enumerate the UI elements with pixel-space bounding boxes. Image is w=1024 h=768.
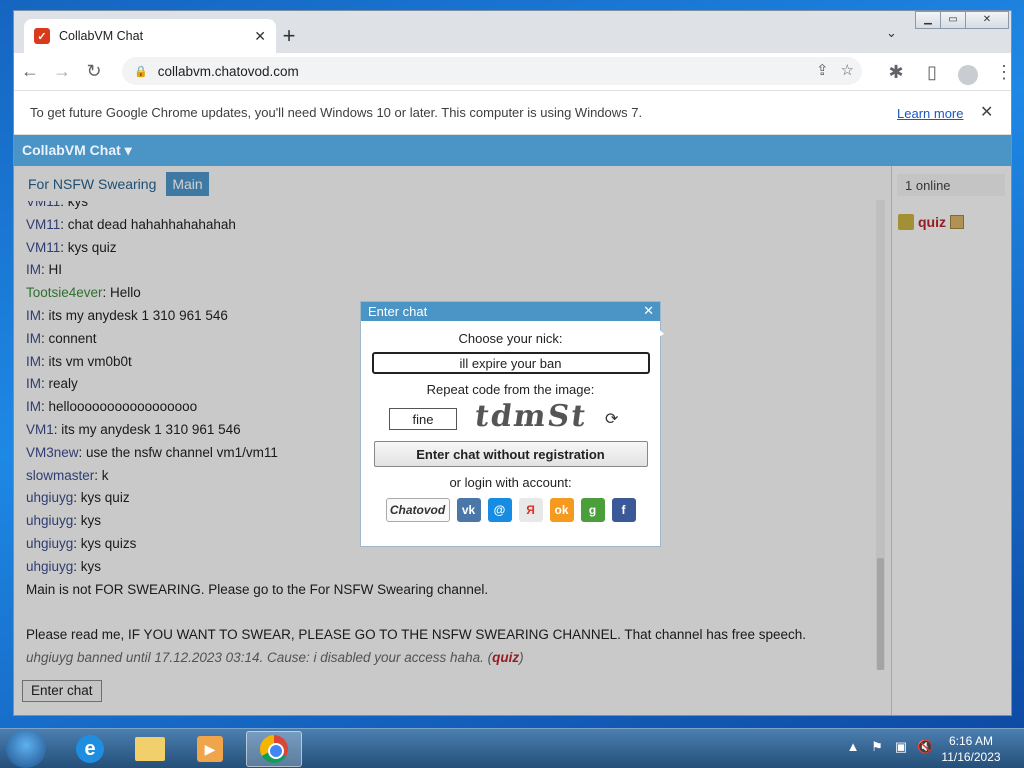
- login-chatovod-icon[interactable]: Chatovod: [385, 498, 450, 522]
- choose-nick-label: Choose your nick:: [458, 331, 563, 346]
- enter-chat-dialog: Enter chat ✕ Choose your nick: Repeat co…: [360, 301, 661, 547]
- volume-muted-icon[interactable]: 🔇: [917, 739, 933, 755]
- tab-close-icon[interactable]: ✕: [254, 28, 266, 45]
- system-tray: ▲ ⚑ ▣ 🔇: [845, 739, 934, 755]
- modal-overlay: [891, 166, 1011, 715]
- login-mailru-icon[interactable]: @: [487, 498, 512, 522]
- infobar-close-icon[interactable]: ✕: [980, 102, 993, 122]
- repeat-code-label: Repeat code from the image:: [426, 382, 595, 397]
- extensions-puzzle-icon[interactable]: ✱: [880, 56, 912, 88]
- app-header-title[interactable]: CollabVM Chat ▾: [14, 135, 1011, 166]
- close-window-button[interactable]: ✕: [965, 11, 1009, 29]
- media-player-icon[interactable]: ▶: [182, 731, 238, 767]
- forward-button[interactable]: →: [46, 56, 78, 88]
- update-infobar: To get future Google Chrome updates, you…: [14, 90, 1011, 135]
- collabvm-favicon-icon: ✓: [34, 28, 50, 44]
- nick-input[interactable]: [371, 352, 650, 374]
- back-button[interactable]: ←: [14, 56, 46, 88]
- enter-without-registration-button[interactable]: Enter chat without registration: [373, 441, 648, 467]
- login-odnoklassniki-icon[interactable]: ok: [549, 498, 574, 522]
- captcha-input[interactable]: [389, 408, 457, 430]
- lock-icon: 🔒: [134, 65, 148, 78]
- window-controls: ▁ ▭ ✕: [915, 11, 1009, 29]
- clock[interactable]: 6:16 AM 11/16/2023: [938, 733, 1004, 765]
- profile-avatar-icon[interactable]: [952, 56, 984, 88]
- login-facebook-icon[interactable]: f: [611, 498, 636, 522]
- url-text: collabvm.chatovod.com: [157, 63, 299, 79]
- menu-kebab-icon[interactable]: ⋮: [988, 56, 1020, 88]
- chrome-icon[interactable]: [246, 731, 302, 767]
- side-panel-icon[interactable]: ▯: [916, 56, 948, 88]
- dialog-titlebar: Enter chat ✕: [361, 302, 660, 321]
- browser-tab[interactable]: ✓ CollabVM Chat ✕: [24, 19, 276, 53]
- new-tab-button[interactable]: +: [276, 24, 302, 50]
- share-icon[interactable]: ⇪: [816, 61, 829, 79]
- address-bar[interactable]: 🔒 collabvm.chatovod.com ⇪ ☆: [122, 57, 862, 85]
- action-center-flag-icon[interactable]: ⚑: [869, 739, 885, 755]
- taskbar: e ▶ ▲ ⚑ ▣ 🔇 6:16 AM 11/16/2023: [0, 728, 1024, 768]
- dialog-title: Enter chat: [368, 304, 428, 319]
- start-button[interactable]: [6, 730, 46, 768]
- maximize-button[interactable]: ▭: [940, 11, 966, 29]
- clock-time: 6:16 AM: [948, 734, 994, 748]
- login-vk-icon[interactable]: vk: [456, 498, 481, 522]
- login-with-account-label: or login with account:: [449, 475, 572, 490]
- reload-button[interactable]: ↻: [78, 56, 110, 88]
- login-yandex-icon[interactable]: Я: [518, 498, 543, 522]
- clock-date: 11/16/2023: [941, 750, 1001, 764]
- tab-search-icon[interactable]: ⌄: [886, 25, 897, 41]
- login-google-icon[interactable]: g: [580, 498, 605, 522]
- show-hidden-icons-icon[interactable]: ▲: [845, 739, 861, 755]
- internet-explorer-icon[interactable]: e: [62, 731, 118, 767]
- infobar-text: To get future Google Chrome updates, you…: [30, 105, 643, 120]
- refresh-captcha-icon[interactable]: ⟳: [605, 409, 618, 429]
- browser-toolbar: ← → ↻ 🔒 collabvm.chatovod.com ⇪ ☆ ✱ ▯ ⋮: [14, 53, 1013, 90]
- file-explorer-icon[interactable]: [122, 731, 178, 767]
- dialog-close-icon[interactable]: ✕: [643, 303, 654, 319]
- captcha-row: tdmSt ⟳: [361, 397, 660, 437]
- network-icon[interactable]: ▣: [893, 739, 909, 755]
- tab-title: CollabVM Chat: [59, 29, 144, 43]
- bookmark-star-icon[interactable]: ☆: [841, 61, 854, 79]
- tab-strip: ✓ CollabVM Chat ✕ + ⌄ ▁ ▭ ✕: [14, 11, 1011, 53]
- captcha-image: tdmSt: [472, 399, 590, 434]
- learn-more-link[interactable]: Learn more: [897, 106, 963, 121]
- minimize-button[interactable]: ▁: [915, 11, 941, 29]
- social-login-buttons: Chatovod vk @ Яok g f: [361, 498, 660, 522]
